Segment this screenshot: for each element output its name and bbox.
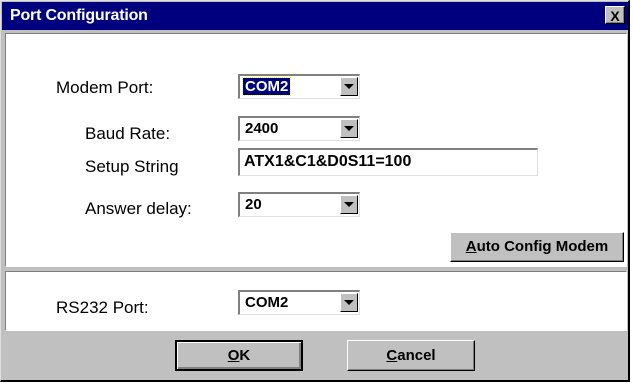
cancel-button[interactable]: Cancel <box>347 340 475 371</box>
modem-settings-panel: Modem Port: COM2 Baud Rate: 2400 Setup S… <box>5 33 627 267</box>
auto-config-modem-button[interactable]: Auto Config Modem <box>450 232 624 262</box>
window-title: Port Configuration <box>10 7 148 24</box>
answer-delay-select[interactable]: 20 <box>238 192 360 217</box>
rs232-port-value: COM2 <box>245 294 289 311</box>
baud-rate-value: 2400 <box>245 120 279 137</box>
answer-delay-value: 20 <box>245 196 262 213</box>
cancel-label: ancel <box>397 347 436 364</box>
rs232-port-select[interactable]: COM2 <box>238 290 360 315</box>
title-bar[interactable]: Port Configuration X <box>2 2 628 30</box>
baud-rate-select[interactable]: 2400 <box>238 116 360 141</box>
rs232-port-dropdown-button[interactable] <box>340 293 358 312</box>
chevron-down-icon <box>344 84 354 89</box>
modem-port-value: COM2 <box>241 77 292 96</box>
close-icon: X <box>610 8 620 24</box>
ok-label: K <box>239 347 251 364</box>
ok-button[interactable]: OK <box>175 340 303 371</box>
port-configuration-dialog: Port Configuration X Modem Port: COM2 Ba… <box>0 0 630 382</box>
answer-delay-dropdown-button[interactable] <box>340 195 358 214</box>
modem-port-label: Modem Port: <box>56 78 154 97</box>
modem-port-dropdown-button[interactable] <box>340 77 358 96</box>
close-button[interactable]: X <box>605 6 625 24</box>
auto-config-accelerator: A <box>465 238 477 255</box>
ok-accelerator: O <box>227 347 240 364</box>
baud-rate-label: Baud Rate: <box>85 124 171 143</box>
rs232-port-label: RS232 Port: <box>56 298 149 317</box>
answer-delay-label: Answer delay: <box>85 199 192 218</box>
setup-string-input[interactable]: ATX1&C1&D0S11=100 <box>238 148 538 176</box>
chevron-down-icon <box>344 300 354 305</box>
modem-port-select[interactable]: COM2 <box>238 74 360 99</box>
auto-config-label: uto Config Modem <box>476 238 609 255</box>
rs232-settings-panel: RS232 Port: COM2 <box>5 271 627 331</box>
setup-string-label: Setup String <box>85 157 179 176</box>
chevron-down-icon <box>344 126 354 131</box>
chevron-down-icon <box>344 202 354 207</box>
cancel-accelerator: C <box>386 347 398 364</box>
baud-rate-dropdown-button[interactable] <box>340 119 358 138</box>
